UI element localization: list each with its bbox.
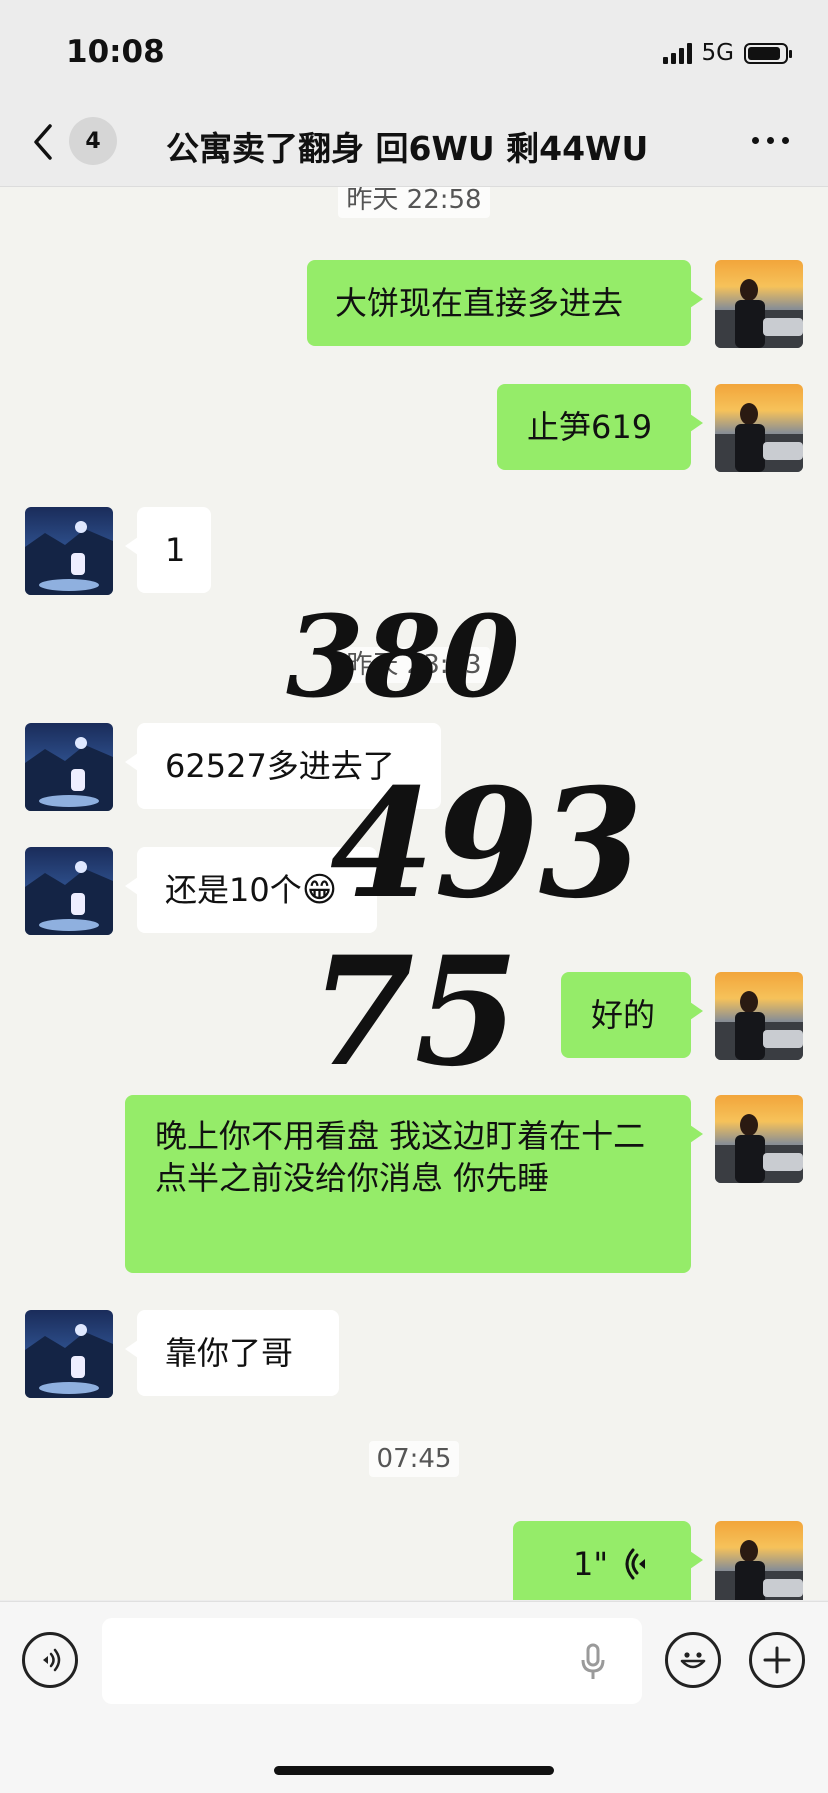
home-indicator[interactable] xyxy=(274,1766,554,1775)
voice-wave-icon xyxy=(625,1548,645,1580)
emoji-button[interactable] xyxy=(665,1632,721,1688)
avatar-photo xyxy=(715,1114,803,1183)
microphone-icon xyxy=(581,1643,605,1679)
plus-icon xyxy=(763,1646,791,1674)
timestamp-text: 07:45 xyxy=(368,1441,460,1477)
voice-duration: 1" xyxy=(573,1545,609,1583)
chevron-left-icon xyxy=(34,124,52,160)
network-type: 5G xyxy=(701,40,734,66)
message-list[interactable]: 昨天 22:58 大饼现在直接多进去 止笋619 1 昨天 23:03 6252… xyxy=(0,187,828,1600)
chat-header: 4 公寓卖了翻身 回6WU 剩44WU xyxy=(0,100,828,187)
avatar-photo xyxy=(25,1324,113,1398)
status-time: 10:08 xyxy=(66,34,165,70)
message-bubble-theirs[interactable]: 靠你了哥 xyxy=(125,1310,339,1396)
voice-mode-button[interactable] xyxy=(22,1632,78,1688)
voice-mode-icon xyxy=(43,1648,61,1672)
avatar-other[interactable] xyxy=(25,847,113,935)
grinning-emoji-icon: 😁 xyxy=(301,870,338,910)
timestamp: 07:45 xyxy=(0,1441,828,1477)
timestamp: 昨天 23:03 xyxy=(0,644,828,683)
avatar-other[interactable] xyxy=(25,507,113,595)
signal-icon xyxy=(662,42,692,64)
more-dot xyxy=(782,136,789,144)
avatar-me[interactable] xyxy=(715,384,803,472)
back-button[interactable] xyxy=(28,118,68,166)
voice-message-bubble[interactable]: 1" xyxy=(513,1521,703,1600)
message-input[interactable] xyxy=(102,1618,642,1704)
avatar-photo xyxy=(715,403,803,472)
avatar-me[interactable] xyxy=(715,972,803,1060)
timestamp-text: 昨天 23:03 xyxy=(338,647,490,683)
message-bubble-theirs[interactable]: 1 xyxy=(125,507,211,593)
avatar-photo xyxy=(715,991,803,1060)
message-bubble-mine[interactable]: 晚上你不用看盘 我这边盯着在十二点半之前没给你消息 你先睡 xyxy=(125,1095,703,1273)
microphone-button[interactable] xyxy=(578,1642,608,1682)
message-bubble-mine[interactable]: 大饼现在直接多进去 xyxy=(307,260,703,346)
avatar-photo xyxy=(25,861,113,935)
message-bubble-theirs[interactable]: 还是10个😁 xyxy=(125,847,377,933)
more-dot xyxy=(767,136,774,144)
message-text: 还是10个 xyxy=(165,871,302,909)
avatar-other[interactable] xyxy=(25,1310,113,1398)
status-bar: 10:08 5G xyxy=(0,0,828,100)
avatar-me[interactable] xyxy=(715,1521,803,1600)
timestamp-text: 昨天 22:58 xyxy=(338,187,490,218)
message-bubble-theirs[interactable]: 62527多进去了 xyxy=(125,723,441,809)
message-bubble-mine[interactable]: 止笋619 xyxy=(497,384,703,470)
avatar-me[interactable] xyxy=(715,1095,803,1183)
avatar-photo xyxy=(25,521,113,595)
chat-title: 公寓卖了翻身 回6WU 剩44WU xyxy=(166,129,649,168)
emoji-face-icon xyxy=(680,1652,706,1669)
more-button[interactable] xyxy=(752,130,792,150)
avatar-photo xyxy=(25,737,113,811)
more-functions-button[interactable] xyxy=(749,1632,805,1688)
avatar-photo xyxy=(715,279,803,348)
avatar-other[interactable] xyxy=(25,723,113,811)
input-bar xyxy=(0,1601,828,1793)
unread-count-badge[interactable]: 4 xyxy=(69,117,117,165)
more-dots-icon xyxy=(752,136,759,144)
message-bubble-mine[interactable]: 好的 xyxy=(561,972,703,1058)
avatar-photo xyxy=(715,1540,803,1600)
status-indicators: 5G xyxy=(662,38,792,68)
timestamp: 昨天 22:58 xyxy=(0,187,828,218)
avatar-me[interactable] xyxy=(715,260,803,348)
battery-icon xyxy=(744,42,792,64)
overlay-number: 75 xyxy=(310,924,519,1100)
